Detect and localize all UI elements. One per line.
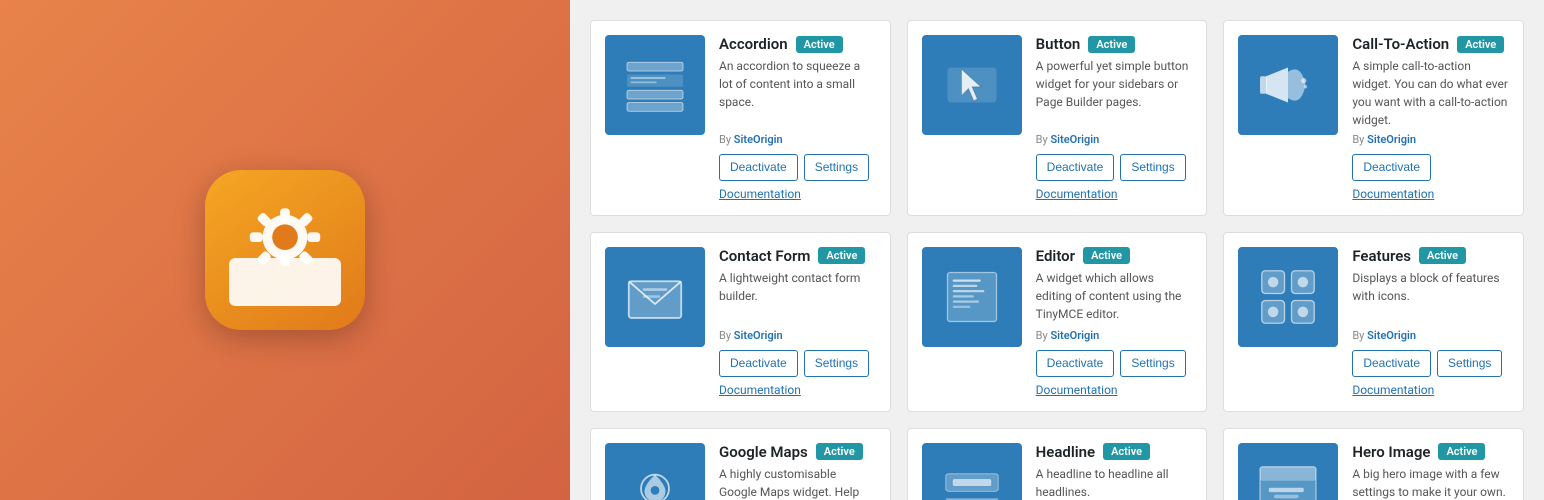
widget-card-google-maps: Google Maps Active A highly customisable G… <box>590 428 891 500</box>
widget-title-row-accordion: Accordion Active <box>719 35 876 53</box>
documentation-link-editor[interactable]: Documentation <box>1036 383 1193 397</box>
widget-title-row-contact-form: Contact Form Active <box>719 247 876 265</box>
deactivate-button-features[interactable]: Deactivate <box>1352 350 1431 377</box>
widget-title-hero-image: Hero Image <box>1352 443 1430 461</box>
widget-card-button: Button Active A powerful yet simple button… <box>907 20 1208 216</box>
widget-desc-call-to-action: A simple call-to-action widget. You can … <box>1352 57 1509 129</box>
widget-title-editor: Editor <box>1036 247 1075 265</box>
widget-card-call-to-action: Call-To-Action Active A simple call-to-act… <box>1223 20 1524 216</box>
widget-author-button: By SiteOrigin <box>1036 133 1193 146</box>
widget-desc-google-maps: A highly customisable Google Maps widget… <box>719 465 876 500</box>
widget-title-contact-form: Contact Form <box>719 247 810 265</box>
widget-title-call-to-action: Call-To-Action <box>1352 35 1449 53</box>
left-panel <box>0 0 570 500</box>
widget-desc-editor: A widget which allows editing of content… <box>1036 269 1193 325</box>
widget-title-accordion: Accordion <box>719 35 788 53</box>
widget-title-headline: Headline <box>1036 443 1095 461</box>
widget-active-badge-google-maps: Active <box>816 443 863 460</box>
widget-title-row-features: Features Active <box>1352 247 1509 265</box>
widget-card-features: Features Active Displays a block of featur… <box>1223 232 1524 412</box>
app-icon <box>205 170 365 330</box>
widget-info-hero-image: Hero Image Active A big hero image with a … <box>1352 443 1509 500</box>
widget-desc-button: A powerful yet simple button widget for … <box>1036 57 1193 129</box>
widget-active-badge-button: Active <box>1088 36 1135 53</box>
widget-thumb-headline <box>922 443 1022 500</box>
widget-author-contact-form: By SiteOrigin <box>719 329 876 342</box>
widget-desc-headline: A headline to headline all headlines. <box>1036 465 1193 500</box>
widget-info-editor: Editor Active A widget which allows editin… <box>1036 247 1193 397</box>
widget-active-badge-hero-image: Active <box>1438 443 1485 460</box>
deactivate-button-accordion[interactable]: Deactivate <box>719 154 798 181</box>
widget-actions-accordion: DeactivateSettings <box>719 154 876 181</box>
deactivate-button-button[interactable]: Deactivate <box>1036 154 1115 181</box>
documentation-link-features[interactable]: Documentation <box>1352 383 1509 397</box>
widget-card-hero-image: Hero Image Active A big hero image with a … <box>1223 428 1524 500</box>
widget-info-call-to-action: Call-To-Action Active A simple call-to-act… <box>1352 35 1509 201</box>
deactivate-button-call-to-action[interactable]: Deactivate <box>1352 154 1431 181</box>
deactivate-button-editor[interactable]: Deactivate <box>1036 350 1115 377</box>
widget-card-headline: Headline Active A headline to headline all… <box>907 428 1208 500</box>
widget-active-badge-features: Active <box>1419 247 1466 264</box>
widget-title-row-google-maps: Google Maps Active <box>719 443 876 461</box>
widget-info-button: Button Active A powerful yet simple button… <box>1036 35 1193 201</box>
widget-title-google-maps: Google Maps <box>719 443 808 461</box>
settings-button-accordion[interactable]: Settings <box>804 154 869 181</box>
widget-active-badge-editor: Active <box>1083 247 1130 264</box>
deactivate-button-contact-form[interactable]: Deactivate <box>719 350 798 377</box>
settings-button-button[interactable]: Settings <box>1120 154 1185 181</box>
widget-thumb-hero-image <box>1238 443 1338 500</box>
widget-thumb-contact-form <box>605 247 705 347</box>
widget-info-accordion: Accordion Active An accordion to squeeze a… <box>719 35 876 201</box>
widget-actions-features: DeactivateSettings <box>1352 350 1509 377</box>
widget-desc-hero-image: A big hero image with a few settings to … <box>1352 465 1509 500</box>
widget-author-features: By SiteOrigin <box>1352 329 1509 342</box>
widget-thumb-accordion <box>605 35 705 135</box>
widget-actions-editor: DeactivateSettings <box>1036 350 1193 377</box>
widget-actions-call-to-action: Deactivate <box>1352 154 1509 181</box>
widget-active-badge-headline: Active <box>1103 443 1150 460</box>
widget-desc-contact-form: A lightweight contact form builder. <box>719 269 876 325</box>
widget-desc-features: Displays a block of features with icons. <box>1352 269 1509 325</box>
widgets-grid: Accordion Active An accordion to squeeze a… <box>590 20 1524 500</box>
widget-active-badge-accordion: Active <box>796 36 843 53</box>
widget-title-row-button: Button Active <box>1036 35 1193 53</box>
widget-thumb-google-maps <box>605 443 705 500</box>
widget-card-contact-form: Contact Form Active A lightweight contact … <box>590 232 891 412</box>
widget-actions-contact-form: DeactivateSettings <box>719 350 876 377</box>
widget-card-editor: Editor Active A widget which allows editin… <box>907 232 1208 412</box>
widget-title-row-call-to-action: Call-To-Action Active <box>1352 35 1509 53</box>
widget-thumb-button <box>922 35 1022 135</box>
settings-button-editor[interactable]: Settings <box>1120 350 1185 377</box>
widgets-panel: Accordion Active An accordion to squeeze a… <box>570 0 1544 500</box>
widget-desc-accordion: An accordion to squeeze a lot of content… <box>719 57 876 129</box>
documentation-link-contact-form[interactable]: Documentation <box>719 383 876 397</box>
settings-button-contact-form[interactable]: Settings <box>804 350 869 377</box>
widget-title-row-headline: Headline Active <box>1036 443 1193 461</box>
widget-info-contact-form: Contact Form Active A lightweight contact … <box>719 247 876 397</box>
documentation-link-button[interactable]: Documentation <box>1036 187 1193 201</box>
widget-active-badge-call-to-action: Active <box>1457 36 1504 53</box>
widget-info-features: Features Active Displays a block of featur… <box>1352 247 1509 397</box>
widget-card-accordion: Accordion Active An accordion to squeeze a… <box>590 20 891 216</box>
documentation-link-call-to-action[interactable]: Documentation <box>1352 187 1509 201</box>
widget-title-button: Button <box>1036 35 1081 53</box>
widget-info-google-maps: Google Maps Active A highly customisable G… <box>719 443 876 500</box>
documentation-link-accordion[interactable]: Documentation <box>719 187 876 201</box>
widget-title-row-editor: Editor Active <box>1036 247 1193 265</box>
widget-title-row-hero-image: Hero Image Active <box>1352 443 1509 461</box>
widget-author-editor: By SiteOrigin <box>1036 329 1193 342</box>
widget-thumb-call-to-action <box>1238 35 1338 135</box>
widget-author-call-to-action: By SiteOrigin <box>1352 133 1509 146</box>
widget-active-badge-contact-form: Active <box>818 247 865 264</box>
widget-thumb-features <box>1238 247 1338 347</box>
widget-actions-button: DeactivateSettings <box>1036 154 1193 181</box>
settings-button-features[interactable]: Settings <box>1437 350 1502 377</box>
widget-author-accordion: By SiteOrigin <box>719 133 876 146</box>
widget-title-features: Features <box>1352 247 1411 265</box>
widget-thumb-editor <box>922 247 1022 347</box>
widget-info-headline: Headline Active A headline to headline all… <box>1036 443 1193 500</box>
